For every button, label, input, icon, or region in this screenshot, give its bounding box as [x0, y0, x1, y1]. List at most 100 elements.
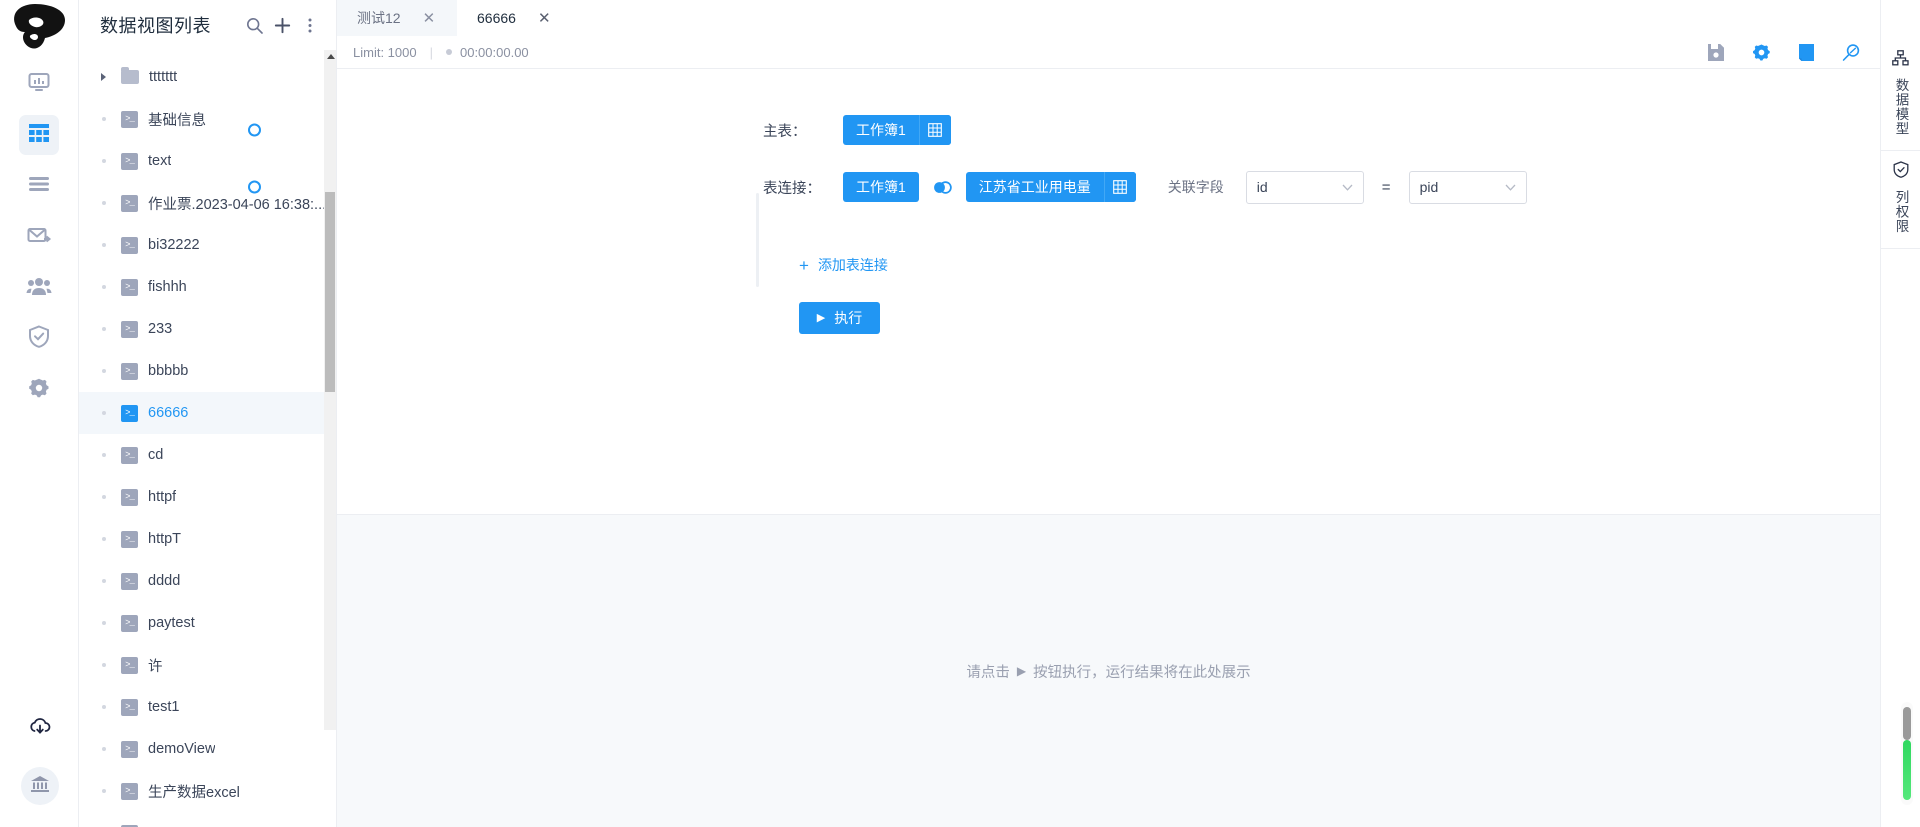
script-icon: >_ — [121, 488, 138, 506]
sidebar-item-dashboard[interactable] — [19, 64, 59, 104]
sidebar-item-settings[interactable] — [19, 370, 59, 410]
list-item[interactable]: >_ 作业票.2023-04-06 16:38:... — [79, 182, 336, 224]
right-field-select[interactable]: pid — [1408, 170, 1527, 204]
scroll-indicator-thumb[interactable] — [1903, 740, 1911, 800]
list-item[interactable]: >_ demoView — [79, 728, 336, 770]
list-item[interactable]: >_ dddd — [79, 560, 336, 602]
table-join-row: 表连接： 工作簿1 江苏省工业用电量 关联字段 id = pid — [248, 168, 1880, 206]
app-logo[interactable] — [7, 2, 71, 56]
sidebar-item-mail[interactable] — [19, 217, 59, 257]
expand-caret-icon[interactable] — [101, 73, 121, 81]
scroll-up-arrow-icon[interactable] — [327, 54, 335, 59]
list-item-label: cd — [148, 447, 164, 463]
gear-icon — [28, 377, 50, 404]
chevron-down-icon — [1505, 180, 1516, 194]
grid-icon[interactable] — [1103, 172, 1136, 202]
list-item[interactable]: >_ bbbbb — [79, 350, 336, 392]
add-table-join-button[interactable]: + 添加表连接 — [799, 255, 888, 275]
tab-label: 测试12 — [357, 10, 401, 26]
venn-join-icon[interactable] — [933, 180, 952, 195]
list-item-label: 66666 — [148, 405, 189, 421]
sidebar-item-list[interactable] — [19, 166, 59, 206]
search-zoom-icon[interactable] — [1840, 41, 1862, 63]
right-rail-column-permission[interactable]: 列权限 — [1880, 151, 1920, 249]
book-icon[interactable] — [1795, 41, 1817, 63]
sidebar-item-data-table[interactable] — [19, 115, 59, 155]
list-item[interactable]: >_ 生产数据excel — [79, 770, 336, 812]
list-item[interactable]: ttttttt — [79, 56, 336, 98]
node-circle-icon — [248, 123, 261, 137]
right-rail-data-model[interactable]: 数据模型 — [1880, 40, 1920, 151]
tab-test12[interactable]: 测试12 ✕ — [337, 0, 457, 36]
scrollbar-thumb[interactable] — [325, 192, 335, 392]
join-right-chip-label: 江苏省工业用电量 — [978, 179, 1091, 195]
gear-icon[interactable] — [1750, 41, 1772, 63]
right-rail-label: 列权限 — [1893, 190, 1909, 234]
close-icon[interactable]: ✕ — [538, 11, 551, 26]
save-icon[interactable] — [1705, 41, 1727, 63]
leaf-dot-icon — [101, 789, 121, 793]
plus-icon[interactable] — [268, 11, 296, 39]
elapsed-timer: 00:00:00.00 — [459, 44, 529, 60]
tab-bar: 测试12 ✕ 66666 ✕ — [337, 0, 1880, 36]
list-item-selected[interactable]: >_ 66666 — [79, 392, 336, 434]
list-item[interactable]: >_ fishhh — [79, 266, 336, 308]
script-icon: >_ — [121, 362, 138, 380]
list-item[interactable]: >_ bi32222 — [79, 224, 336, 266]
list-item[interactable]: >_ httpT — [79, 518, 336, 560]
limit-label[interactable]: Limit: 1000 — [353, 45, 417, 60]
join-builder-canvas: 主表： 工作簿1 表连接： 工作簿1 江苏省工业用电量 关联字段 id = pi… — [248, 69, 1880, 515]
join-right-chip[interactable]: 江苏省工业用电量 — [965, 172, 1136, 202]
main-table-chip-label: 工作簿1 — [856, 122, 906, 138]
more-vertical-icon[interactable] — [296, 11, 324, 39]
join-left-chip[interactable]: 工作簿1 — [843, 172, 919, 202]
list-item[interactable]: >_ text — [79, 140, 336, 182]
cloud-download-button[interactable] — [21, 710, 59, 748]
list-item[interactable]: >_ cd — [79, 434, 336, 476]
list-item[interactable]: >_ test1 — [79, 686, 336, 728]
script-icon: >_ — [121, 698, 138, 716]
script-icon: >_ — [121, 782, 138, 800]
chevron-down-icon — [1342, 180, 1353, 194]
main-table-chip[interactable]: 工作簿1 — [843, 115, 951, 145]
play-icon: ▶ — [1016, 664, 1027, 678]
list-item[interactable]: >_ test11 — [79, 812, 336, 827]
list-item[interactable]: >_ paytest — [79, 602, 336, 644]
data-view-list-pane: 数据视图列表 ttttttt >_ 基础信息 >_ text >_ 作业票.20… — [79, 0, 337, 827]
list-item[interactable]: >_ 基础信息 — [79, 98, 336, 140]
sidebar-item-security[interactable] — [19, 319, 59, 359]
left-field-value: id — [1256, 179, 1268, 195]
node-connector-line — [756, 193, 759, 287]
execute-button[interactable]: ▶ 执行 — [799, 301, 880, 334]
script-icon: >_ — [121, 320, 138, 338]
table-join-label: 表连接： — [763, 180, 821, 197]
organization-button[interactable] — [20, 767, 59, 805]
close-icon[interactable]: ✕ — [423, 11, 436, 26]
list-item-label: bbbbb — [148, 363, 189, 379]
list-item[interactable]: >_ 许 — [79, 644, 336, 686]
leaf-dot-icon — [101, 621, 121, 625]
left-field-select[interactable]: id — [1245, 170, 1364, 204]
list-item-label: 233 — [148, 321, 173, 337]
grid-icon[interactable] — [918, 115, 951, 145]
sidebar-item-users[interactable] — [19, 268, 59, 308]
list-item[interactable]: >_ 233 — [79, 308, 336, 350]
monitor-chart-icon — [27, 70, 51, 99]
list-item[interactable]: >_ httpf — [79, 476, 336, 518]
tab-66666[interactable]: 66666 ✕ — [457, 0, 577, 36]
related-field-label: 关联字段 — [1167, 179, 1224, 195]
list-item-label: 作业票.2023-04-06 16:38:... — [148, 196, 327, 213]
sidebar-scrollbar[interactable] — [324, 50, 336, 730]
search-icon[interactable] — [240, 11, 268, 39]
script-icon: >_ — [121, 404, 138, 422]
list-item-label: fishhh — [148, 279, 187, 295]
leaf-dot-icon — [101, 663, 121, 667]
bank-icon — [30, 774, 50, 798]
page-scroll-indicator[interactable] — [1901, 702, 1913, 805]
script-icon: >_ — [121, 194, 138, 212]
results-empty-message: 请点击 ▶ 按钮执行，运行结果将在此处展示 — [966, 661, 1250, 682]
results-panel: 请点击 ▶ 按钮执行，运行结果将在此处展示 — [337, 515, 1880, 827]
list-item-label: 生产数据excel — [148, 784, 240, 801]
list-item-label: 许 — [148, 658, 163, 675]
scroll-indicator-track — [1903, 707, 1911, 740]
